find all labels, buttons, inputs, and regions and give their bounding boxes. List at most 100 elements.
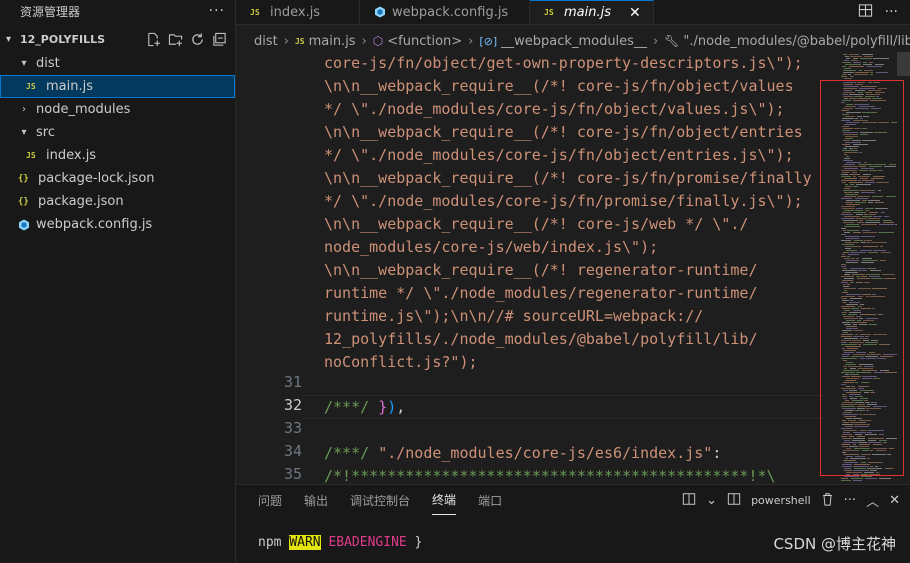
chevron-down-icon[interactable]: ⌄ [706, 493, 717, 508]
breadcrumb-item[interactable]: <function> [387, 34, 462, 49]
code-line: */ \"./node_modules/core-js/fn/promise/f… [324, 192, 803, 210]
more-actions-icon[interactable]: ··· [209, 3, 225, 19]
minimap-line [862, 54, 873, 55]
tree-item-label: node_modules [36, 102, 131, 117]
bottom-panel: 问题 输出 调试控制台 终端 端口 ⌄ powershell ··· ︿ ✕ n… [236, 484, 910, 563]
minimap-line [845, 56, 849, 57]
minimap-line [864, 70, 873, 71]
tab-main-js[interactable]: JS main.js ✕ [530, 0, 654, 24]
tab-terminal[interactable]: 终端 [432, 485, 457, 515]
watermark: CSDN @博主花神 [773, 535, 896, 553]
tree-file-main-js[interactable]: JS main.js [0, 75, 235, 98]
close-icon[interactable]: ✕ [629, 5, 641, 21]
code-line: \n\n__webpack_require__(/*! core-js/fn/o… [324, 77, 794, 95]
vertical-scrollbar[interactable] [897, 52, 910, 76]
breadcrumb-item[interactable]: __webpack_modules__ [501, 34, 647, 49]
code-editor[interactable]: 31 32 33 34 35 core-js/fn/object/get-own… [236, 52, 826, 484]
tab-webpack-config[interactable]: webpack.config.js [360, 0, 530, 24]
js-file-icon: JS [250, 7, 260, 17]
minimap-line [870, 74, 873, 75]
minimap-line [869, 62, 873, 63]
minimap-line [865, 478, 877, 479]
close-icon[interactable]: ✕ [889, 493, 900, 508]
minimap-line [863, 64, 872, 65]
minimap-line [844, 78, 852, 79]
minimap-line [867, 66, 882, 67]
minimap-line [873, 58, 889, 59]
tree-file-package-lock[interactable]: {} package-lock.json [0, 167, 235, 190]
webpack-icon [19, 219, 29, 230]
tab-index-js[interactable]: JS index.js [236, 0, 360, 24]
minimap-line [849, 66, 864, 67]
tree-folder-dist[interactable]: ▾ dist [0, 52, 235, 75]
minimap-line [870, 72, 873, 73]
tab-debug-console[interactable]: 调试控制台 [350, 485, 410, 515]
js-file-icon: JS [294, 36, 305, 46]
minimap-line [843, 70, 856, 71]
code-token: ) [387, 398, 397, 416]
split-terminal-icon[interactable] [682, 492, 696, 510]
code-token: /***/ [324, 444, 370, 462]
tree-file-package-json[interactable]: {} package.json [0, 190, 235, 213]
minimap-line [861, 476, 872, 477]
split-editor-icon[interactable] [858, 3, 873, 22]
chevron-right-icon: › [361, 33, 367, 49]
code-line: \n\n__webpack_require__(/*! core-js/fn/o… [324, 123, 803, 141]
minimap-line [850, 76, 854, 77]
minimap-line [841, 480, 851, 481]
minimap-line [848, 74, 851, 75]
more-actions-icon[interactable]: ··· [844, 493, 856, 508]
trash-icon[interactable] [821, 492, 834, 510]
code-line: node_modules/core-js/web/index.js\"); [324, 238, 659, 256]
code-token: , [396, 398, 406, 416]
project-root[interactable]: ▾ 12_POLYFILLS [0, 28, 235, 50]
minimap-line [842, 74, 847, 75]
code-line: \n\n__webpack_require__(/*! core-js/fn/p… [324, 169, 812, 187]
webpack-icon [375, 6, 385, 18]
tree-file-index-js[interactable]: JS index.js [0, 144, 235, 167]
chevron-up-icon[interactable]: ︿ [866, 491, 879, 510]
line-number: 34 [283, 442, 302, 460]
explorer-header: 资源管理器 ··· [0, 0, 235, 22]
breadcrumb-item[interactable]: main.js [309, 34, 356, 49]
tree-file-webpack-config[interactable]: webpack.config.js [0, 213, 235, 236]
editor-tabs: JS index.js webpack.config.js JS main.js… [236, 0, 910, 25]
minimap-line [853, 480, 862, 481]
code-line-32: /***/ }), [324, 396, 405, 419]
panel-actions: ⌄ powershell ··· ︿ ✕ [682, 491, 900, 510]
terminal-text: npm [258, 535, 282, 550]
tree-item-label: webpack.config.js [36, 217, 153, 232]
minimap-line [879, 478, 891, 479]
line-number: 35 [283, 465, 302, 483]
tab-ports[interactable]: 端口 [478, 485, 502, 515]
minimap-line [844, 60, 849, 61]
tree-item-label: index.js [46, 148, 97, 163]
collapse-all-icon[interactable] [211, 31, 227, 47]
minimap-line [855, 72, 869, 73]
chevron-down-icon: ▾ [6, 33, 12, 45]
tree-folder-src[interactable]: ▾ src [0, 121, 235, 144]
refresh-icon[interactable] [189, 31, 205, 47]
code-token: : [712, 444, 722, 462]
new-file-icon[interactable] [145, 31, 161, 47]
tab-problems[interactable]: 问题 [258, 485, 282, 515]
line-number: 31 [283, 373, 302, 391]
code-line: */ \"./node_modules/core-js/fn/object/va… [324, 100, 785, 118]
minimap-line [850, 56, 862, 57]
breadcrumb-item[interactable]: dist [254, 34, 278, 49]
new-folder-icon[interactable] [167, 31, 183, 47]
terminal-output[interactable]: npm WARN EBADENGINE } [258, 535, 422, 550]
terminal-text: EBADENGINE [328, 535, 407, 550]
minimap-line [876, 72, 888, 73]
code-line: noConflict.js?"); [324, 353, 478, 371]
more-actions-icon[interactable]: ··· [885, 4, 898, 20]
tree-item-label: package.json [38, 194, 124, 209]
minimap-line [841, 76, 847, 77]
breadcrumb-item[interactable]: "./node_modules/@babel/polyfill/lib/noC [683, 34, 910, 49]
js-file-icon: JS [544, 8, 554, 17]
code-line: core-js/fn/object/get-own-property-descr… [324, 54, 803, 72]
tree-folder-node-modules[interactable]: › node_modules [0, 98, 235, 121]
tab-output[interactable]: 输出 [304, 485, 328, 515]
terminal-shell-name[interactable]: powershell [751, 494, 811, 507]
breadcrumb: dist › JS main.js › ⬡ <function> › [⊘] _… [236, 30, 910, 52]
